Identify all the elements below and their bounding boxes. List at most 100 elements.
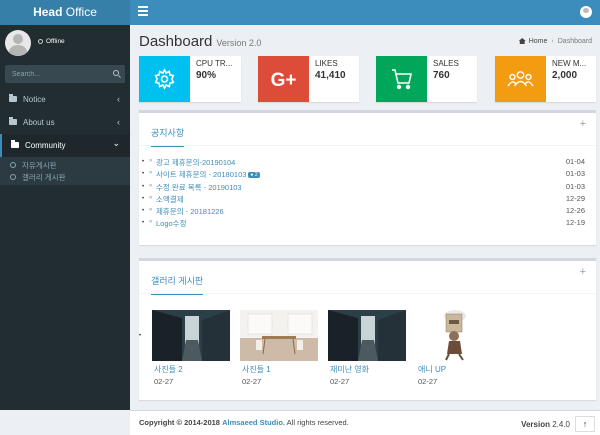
search-input[interactable]: [5, 65, 105, 83]
copyright-suffix: All rights reserved.: [285, 418, 349, 427]
tab-notice[interactable]: 공지사항: [151, 126, 185, 147]
info-box-label: SALES: [433, 59, 459, 68]
notice-title-text: 수정 완료 목록 - 20190103: [156, 182, 242, 192]
breadcrumb-home[interactable]: Home: [529, 38, 548, 45]
arrow-right-icon: »: [149, 158, 153, 164]
bullet-icon: •: [142, 220, 145, 227]
list-item: • » 사이트 제휴문의 - 20180103 ● 2 01-03: [139, 169, 596, 181]
gallery-title: 사진들 1: [242, 365, 271, 374]
status-circle-icon: [38, 38, 43, 44]
notice-title[interactable]: 광고 제휴문의-20190104: [156, 157, 235, 168]
notice-title[interactable]: 제휴문의 - 20181226: [156, 206, 224, 217]
gallery-title: 애니 UP: [418, 365, 447, 374]
circle-icon: [10, 174, 16, 180]
gallery-thumbnail: [416, 310, 494, 361]
gallery-item[interactable]: 사진들 1 02-27: [240, 310, 318, 386]
subnav-item-gallery-board[interactable]: 갤러리 게시판: [0, 171, 130, 183]
arrow-right-icon: »: [149, 219, 153, 226]
notice-date: 12-26: [565, 206, 585, 216]
version-label: Version: [521, 420, 550, 429]
avatar: [5, 30, 31, 56]
logo[interactable]: Head Office: [0, 0, 130, 25]
chevron-left-icon: ‹: [117, 117, 120, 127]
divider: [139, 293, 596, 294]
footer: Copyright © 2014-2018 Almsaeed Studio. A…: [130, 410, 600, 435]
info-box-value: 2,000: [552, 70, 578, 81]
version-info: Version 2.4.0: [521, 420, 570, 429]
sidebar-item-community[interactable]: Community ⌄: [0, 134, 130, 157]
shopping-cart-icon: [376, 56, 427, 102]
scroll-top-button[interactable]: ↑: [575, 416, 595, 432]
list-item: • » 광고 제휴문의-20190104 01-04: [139, 157, 596, 169]
gallery-date: 02-27: [242, 377, 262, 386]
menu-toggle-icon[interactable]: [138, 6, 148, 16]
search-icon[interactable]: [113, 70, 119, 76]
status-text: Offline: [46, 38, 65, 45]
gallery-item[interactable]: 애니 UP 02-27: [416, 310, 494, 386]
info-box-cpu: CPU TR... 90%: [139, 56, 241, 102]
sidebar-item-notice[interactable]: Notice ‹: [0, 88, 130, 111]
gallery-title: 사진들 2: [154, 365, 183, 374]
list-item: • » 소액결제 12-29: [139, 194, 596, 206]
folder-icon: [11, 140, 19, 148]
info-box-value: 90%: [196, 70, 217, 81]
notice-title[interactable]: 소액결제: [156, 194, 184, 205]
chevron-left-icon: ‹: [117, 94, 120, 104]
gallery-title: 재미난 영화: [330, 365, 370, 374]
status-indicator: Offline: [38, 38, 65, 45]
arrow-right-icon: »: [149, 207, 153, 214]
info-box-value: 41,410: [315, 70, 346, 81]
page-subtitle: Version 2.0: [216, 38, 262, 48]
notice-list: •» 광고 제휴문의-20190104 01-04 •» 사이트 제휴문의 - 201…: [139, 157, 596, 231]
subnav-item-label: 갤러리 게시판: [22, 173, 66, 182]
gallery-box: + 갤러리 게시판 • 사진들 2 02-27 사진들 1 02-27 재미난 …: [139, 258, 596, 400]
sidebar-item-label: Community: [25, 141, 66, 150]
comment-count-badge: ● 2: [248, 172, 260, 179]
home-icon: [518, 38, 526, 44]
gallery-item[interactable]: 재미난 영화 02-27: [328, 310, 406, 386]
bullet-icon: •: [142, 159, 145, 165]
logo-rest: Office: [62, 5, 97, 19]
arrow-right-icon: »: [149, 182, 153, 189]
breadcrumb: Home › Dashboard: [518, 38, 592, 45]
notice-title-text: 사이트 제휴문의 - 20180103: [156, 170, 247, 180]
subnav-item-free-board[interactable]: 자유게시판: [0, 159, 130, 171]
user-avatar-icon[interactable]: [580, 6, 592, 18]
svg-text:G+: G+: [271, 70, 297, 91]
notice-date: 12-29: [565, 193, 585, 203]
notice-date: 01-03: [565, 169, 585, 179]
info-box-new-members: NEW M... 2,000: [495, 56, 596, 102]
circle-icon: [10, 162, 16, 168]
subnav-item-label: 자유게시판: [22, 161, 57, 170]
notice-title-text: Logo수정: [156, 219, 187, 229]
notice-date: 12-19: [565, 218, 585, 228]
gear-icon: [139, 56, 190, 102]
notice-title[interactable]: Logo수정: [156, 218, 187, 229]
info-box-label: CPU TR...: [196, 59, 233, 68]
info-box-value: 760: [433, 70, 450, 81]
plus-icon[interactable]: +: [580, 118, 586, 130]
arrow-up-icon: ↑: [582, 419, 588, 429]
bullet-icon: •: [139, 333, 142, 339]
logo-bold: Head: [33, 5, 63, 19]
breadcrumb-current: Dashboard: [557, 38, 592, 45]
notice-date: 01-04: [565, 157, 585, 166]
plus-icon[interactable]: +: [580, 266, 586, 278]
gallery-date: 02-27: [418, 377, 438, 386]
page-title-text: Dashboard: [139, 33, 213, 50]
notice-title[interactable]: 수정 완료 목록 - 20190103: [156, 182, 242, 193]
notice-title[interactable]: 사이트 제휴문의 - 20180103 ● 2: [156, 169, 260, 180]
gallery-item[interactable]: 사진들 2 02-27: [152, 310, 230, 386]
gallery-date: 02-27: [154, 377, 174, 386]
folder-icon: [9, 94, 17, 102]
sidebar-item-about-us[interactable]: About us ‹: [0, 111, 130, 134]
gallery-thumbnail: [240, 310, 318, 361]
community-submenu: 자유게시판 갤러리 게시판: [0, 157, 130, 185]
sidebar-item-label: About us: [23, 118, 55, 127]
tab-gallery[interactable]: 갤러리 게시판: [151, 274, 204, 295]
notice-title-text: 제휴문의 - 20181226: [156, 207, 224, 217]
list-item: • » Logo수정 12-19: [139, 218, 596, 230]
notice-box: + 공지사항 •» 광고 제휴문의-20190104 01-04 •» 사이트 제휴문…: [139, 110, 596, 245]
notice-title-text: 소액결제: [156, 194, 184, 204]
studio-link[interactable]: Almsaeed Studio.: [222, 418, 285, 427]
